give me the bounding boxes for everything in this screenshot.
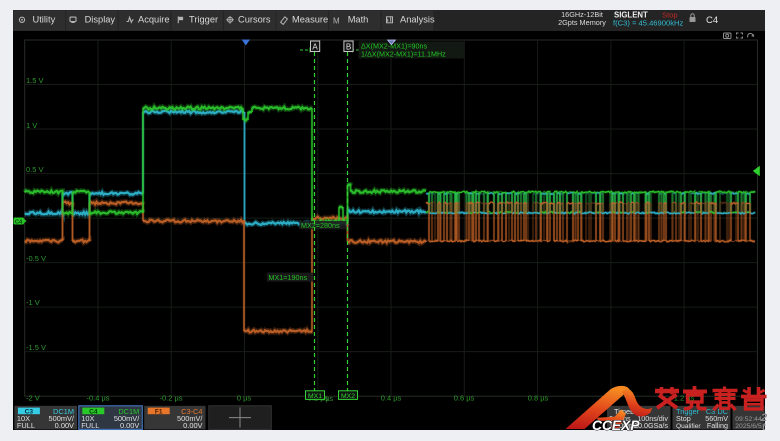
svg-text:0.6 µs: 0.6 µs	[454, 394, 475, 403]
svg-text:MX1: MX1	[308, 393, 322, 400]
svg-text:Acquire: Acquire	[138, 14, 170, 24]
svg-text:1.5 V: 1.5 V	[26, 76, 44, 85]
svg-text:1/ΔX(MX2-MX1)=11.1MHz: 1/ΔX(MX2-MX1)=11.1MHz	[361, 49, 446, 58]
svg-text:09:52:44: 09:52:44	[735, 416, 762, 423]
svg-text:A: A	[312, 42, 318, 51]
svg-text:FULL: FULL	[81, 421, 99, 430]
svg-text:-2 V: -2 V	[26, 394, 40, 403]
svg-text:0.00V: 0.00V	[183, 421, 202, 430]
svg-text:-0.5 V: -0.5 V	[26, 254, 46, 263]
svg-text:Measure: Measure	[292, 14, 328, 24]
svg-text:Display: Display	[85, 14, 116, 24]
svg-text:MX2: MX2	[341, 393, 355, 400]
svg-text:MX2=280ns: MX2=280ns	[301, 221, 340, 230]
svg-text:Trigger: Trigger	[189, 14, 218, 24]
svg-text:2Gpts Memory: 2Gpts Memory	[558, 18, 606, 27]
svg-text:0.5 V: 0.5 V	[26, 165, 44, 174]
svg-text:0.00V: 0.00V	[120, 421, 139, 430]
svg-text:C4: C4	[15, 219, 23, 225]
svg-text:1 V: 1 V	[26, 121, 37, 130]
svg-text:Qualifier: Qualifier	[676, 423, 701, 430]
svg-text:B: B	[346, 42, 351, 51]
svg-text:µs: µs	[326, 396, 334, 403]
svg-text:Utility: Utility	[33, 14, 56, 24]
svg-text:CCEXP: CCEXP	[592, 418, 640, 433]
svg-text:-0.2 µs: -0.2 µs	[159, 394, 182, 403]
svg-text:0.8 µs: 0.8 µs	[528, 394, 549, 403]
svg-text:-0.4 µs: -0.4 µs	[86, 394, 109, 403]
svg-text:C4: C4	[706, 15, 718, 26]
svg-text:0 µs: 0 µs	[237, 394, 252, 403]
svg-text:f(C3) = 45.46900kHz: f(C3) = 45.46900kHz	[613, 19, 683, 28]
svg-text:0.00V: 0.00V	[55, 421, 74, 430]
svg-text:2025/6/5: 2025/6/5	[735, 423, 762, 430]
svg-text:F1: F1	[155, 408, 163, 415]
svg-text:-1.5 V: -1.5 V	[26, 343, 46, 352]
svg-text:Falling: Falling	[707, 421, 728, 430]
svg-text:Stop: Stop	[676, 414, 691, 423]
svg-text:Analysis: Analysis	[400, 14, 435, 24]
svg-text:FULL: FULL	[17, 421, 35, 430]
svg-text:MX1=190ns: MX1=190ns	[269, 273, 308, 282]
svg-text:0.4 µs: 0.4 µs	[381, 394, 402, 403]
svg-text:M: M	[333, 16, 340, 25]
svg-text:-1 V: -1 V	[26, 298, 40, 307]
svg-text:Cursors: Cursors	[238, 14, 271, 24]
svg-text:Math: Math	[348, 14, 369, 24]
